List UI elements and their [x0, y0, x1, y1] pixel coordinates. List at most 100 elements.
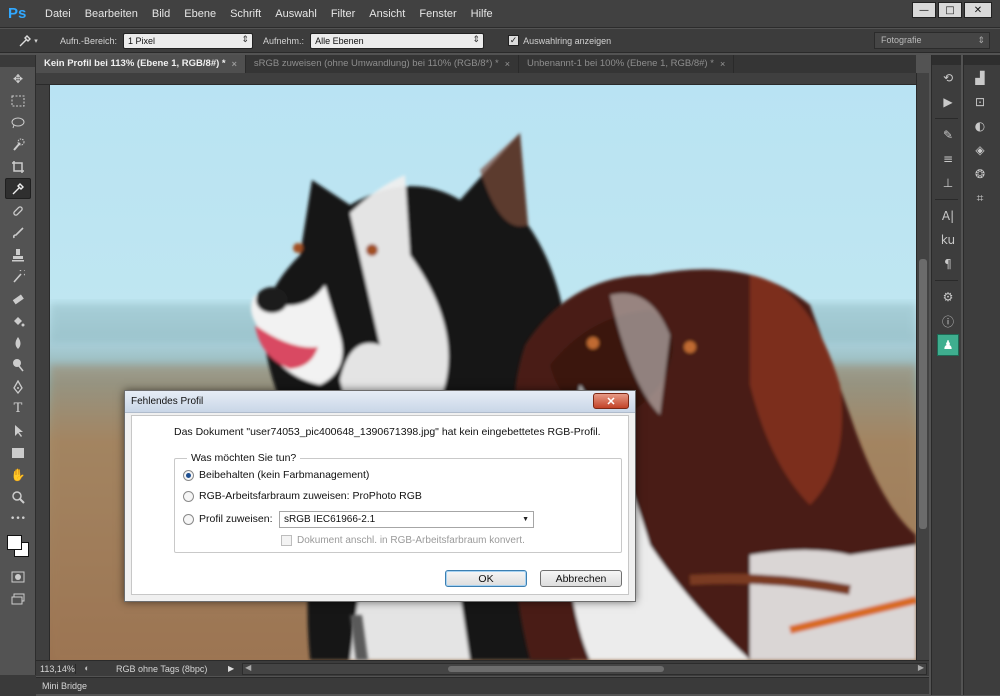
horizontal-ruler: [36, 73, 916, 85]
scroll-left-icon[interactable]: ◀: [245, 663, 251, 672]
tool-preset-picker[interactable]: ▾: [14, 31, 42, 51]
menu-bearbeiten[interactable]: Bearbeiten: [78, 8, 145, 20]
convert-option[interactable]: Dokument anschl. in RGB-Arbeitsfarbraum …: [281, 535, 525, 546]
quick-selection-tool-icon[interactable]: [5, 134, 31, 155]
brush-panel-icon[interactable]: ✎: [935, 124, 961, 146]
healing-brush-tool-icon[interactable]: [5, 200, 31, 221]
tab-label: Unbenannt-1 bei 100% (Ebene 1, RGB/8#) *: [526, 58, 714, 69]
menu-filter[interactable]: Filter: [324, 8, 362, 20]
tab-document-1[interactable]: Kein Profil bei 113% (Ebene 1, RGB/8#) *…: [36, 55, 246, 73]
foreground-color-swatch[interactable]: [7, 535, 22, 550]
window-controls: — □ ✕: [912, 2, 992, 18]
close-window-button[interactable]: ✕: [964, 2, 992, 18]
menu-datei[interactable]: Datei: [38, 8, 78, 20]
more-tools-icon[interactable]: •••: [5, 508, 31, 529]
sample-size-select[interactable]: 1 Pixel: [123, 32, 254, 49]
paint-bucket-tool-icon[interactable]: [5, 310, 31, 331]
marquee-tool-icon[interactable]: [5, 90, 31, 111]
profile-select[interactable]: sRGB IEC61966-2.1: [279, 511, 534, 528]
history-panel-icon[interactable]: ⟲: [935, 67, 961, 89]
vertical-scrollbar[interactable]: [916, 73, 929, 660]
dialog-close-button[interactable]: ✕: [593, 393, 629, 409]
cancel-button[interactable]: Abbrechen: [540, 570, 622, 587]
toolbar-footer: [0, 675, 36, 696]
eyedropper-tool-icon[interactable]: [5, 178, 31, 199]
show-ring-checkbox[interactable]: ✓: [508, 35, 520, 46]
ok-button[interactable]: OK: [445, 570, 527, 587]
lasso-tool-icon[interactable]: [5, 112, 31, 133]
zoom-tool-icon[interactable]: [5, 486, 31, 507]
sample-size-label: Aufn.-Bereich:: [60, 35, 118, 46]
radio-assign-working-space[interactable]: [183, 490, 194, 502]
color-swatches[interactable]: [0, 533, 35, 565]
workspace-switcher[interactable]: Fotografie: [874, 32, 990, 49]
share-icon[interactable]: ◐: [80, 663, 94, 675]
kuler-panel-icon[interactable]: ku: [935, 229, 961, 251]
extension-panel-icon[interactable]: ♟: [937, 334, 959, 356]
rectangle-tool-icon[interactable]: [5, 442, 31, 463]
paragraph-panel-icon[interactable]: ¶: [935, 253, 961, 275]
sample-select[interactable]: Alle Ebenen: [310, 32, 485, 49]
histogram-panel-icon[interactable]: ▟: [967, 67, 993, 89]
clone-stamp-tool-icon[interactable]: [5, 244, 31, 265]
close-icon[interactable]: ×: [720, 55, 725, 73]
vertical-scroll-thumb[interactable]: [919, 259, 927, 529]
hand-tool-icon[interactable]: ✋: [5, 464, 31, 485]
screen-mode-icon[interactable]: [5, 588, 31, 609]
minimize-button[interactable]: —: [912, 2, 936, 18]
zoom-level[interactable]: 113,14%: [36, 663, 76, 674]
menu-ebene[interactable]: Ebene: [177, 8, 223, 20]
radio-assign-profile[interactable]: [183, 513, 194, 525]
dialog-titlebar[interactable]: Fehlendes Profil ✕: [125, 391, 635, 413]
actions-panel-icon[interactable]: ▶: [935, 91, 961, 113]
layers-panel-icon[interactable]: ◈: [967, 139, 993, 161]
type-tool-icon[interactable]: T: [5, 398, 31, 419]
menu-bild[interactable]: Bild: [145, 8, 177, 20]
document-info: RGB ohne Tags (8bpc): [116, 663, 208, 674]
channels-panel-icon[interactable]: ❂: [967, 163, 993, 185]
dock-header[interactable]: [932, 55, 961, 65]
crop-tool-icon[interactable]: [5, 156, 31, 177]
tab-document-3[interactable]: Unbenannt-1 bei 100% (Ebene 1, RGB/8#) *…: [519, 55, 735, 73]
navigator-panel-icon[interactable]: ⊡: [967, 91, 993, 113]
menu-auswahl[interactable]: Auswahl: [268, 8, 324, 20]
menu-hilfe[interactable]: Hilfe: [464, 8, 500, 20]
horizontal-scroll-thumb[interactable]: [448, 665, 665, 672]
menu-ansicht[interactable]: Ansicht: [362, 8, 412, 20]
dodge-tool-icon[interactable]: [5, 354, 31, 375]
option-assign-working-space[interactable]: RGB-Arbeitsfarbraum zuweisen: ProPhoto R…: [183, 490, 422, 502]
adjustments-panel-icon[interactable]: ◐: [967, 115, 993, 137]
menu-schrift[interactable]: Schrift: [223, 8, 268, 20]
path-selection-tool-icon[interactable]: [5, 420, 31, 441]
menu-fenster[interactable]: Fenster: [412, 8, 463, 20]
panel-dock-collapsed-1: ⟲ ▶ ✎ ≡ ⊥ A| ku ¶ ⚙ ⓘ ♟: [931, 55, 961, 695]
brush-tool-icon[interactable]: [5, 222, 31, 243]
convert-checkbox[interactable]: [281, 535, 292, 546]
paths-panel-icon[interactable]: ⌗: [967, 187, 993, 209]
dock-header[interactable]: [964, 55, 1000, 65]
move-tool-icon[interactable]: ✥: [5, 68, 31, 89]
pen-tool-icon[interactable]: [5, 376, 31, 397]
option-assign-profile[interactable]: Profil zuweisen:: [183, 513, 273, 525]
properties-panel-icon[interactable]: ⚙: [935, 286, 961, 308]
option-keep[interactable]: Beibehalten (kein Farbmanagement): [183, 469, 369, 481]
character-panel-icon[interactable]: A|: [935, 205, 961, 227]
maximize-button[interactable]: □: [938, 2, 962, 18]
brush-presets-icon[interactable]: ≡: [935, 148, 961, 170]
close-icon[interactable]: ×: [232, 55, 237, 73]
tab-document-2[interactable]: sRGB zuweisen (ohne Umwandlung) bei 110%…: [246, 55, 519, 73]
radio-keep[interactable]: [183, 469, 194, 481]
toolbar-header[interactable]: [0, 55, 35, 67]
horizontal-scrollbar[interactable]: ◀ ▶: [242, 662, 927, 675]
history-brush-tool-icon[interactable]: [5, 266, 31, 287]
mini-bridge-tab[interactable]: Mini Bridge: [36, 677, 929, 694]
blur-tool-icon[interactable]: [5, 332, 31, 353]
info-panel-icon[interactable]: ⓘ: [935, 310, 961, 332]
quick-mask-icon[interactable]: [5, 566, 31, 587]
eraser-tool-icon[interactable]: [5, 288, 31, 309]
scroll-right-icon[interactable]: ▶: [918, 663, 924, 672]
status-menu-arrow-icon[interactable]: ▶: [228, 664, 234, 673]
close-icon[interactable]: ×: [505, 55, 510, 73]
clone-source-icon[interactable]: ⊥: [935, 172, 961, 194]
document-tabs: Kein Profil bei 113% (Ebene 1, RGB/8#) *…: [36, 55, 916, 73]
